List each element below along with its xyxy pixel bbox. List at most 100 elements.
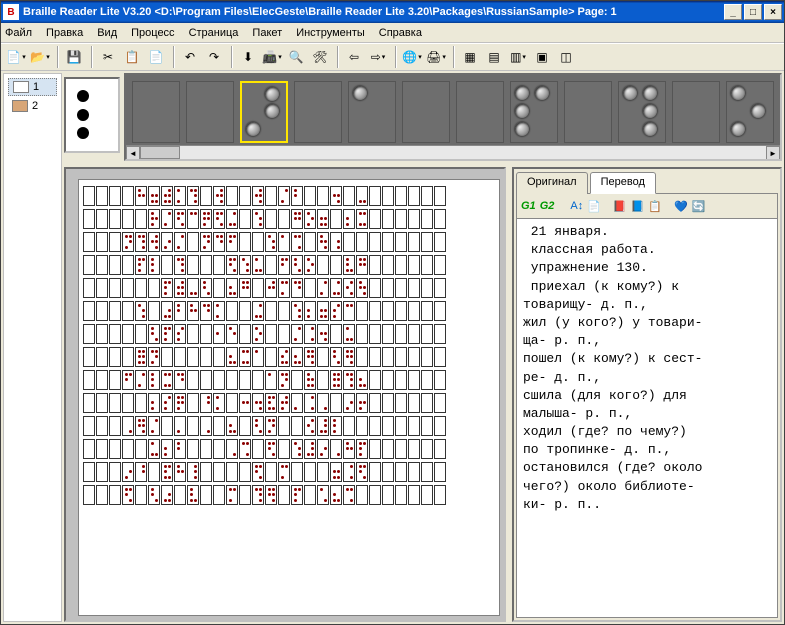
braille-cell[interactable] bbox=[252, 485, 264, 505]
braille-cell[interactable] bbox=[187, 347, 199, 367]
braille-cell[interactable] bbox=[382, 416, 394, 436]
braille-cell[interactable] bbox=[226, 255, 238, 275]
braille-cell[interactable] bbox=[187, 278, 199, 298]
menu-страница[interactable]: Страница bbox=[189, 27, 239, 39]
braille-cell[interactable] bbox=[148, 347, 160, 367]
braille-cell[interactable] bbox=[343, 439, 355, 459]
braille-cell[interactable] bbox=[382, 278, 394, 298]
braille-cell[interactable] bbox=[148, 416, 160, 436]
braille-cell[interactable] bbox=[109, 485, 121, 505]
strip-cell[interactable] bbox=[186, 81, 234, 143]
braille-cell[interactable] bbox=[356, 255, 368, 275]
braille-cell[interactable] bbox=[226, 324, 238, 344]
braille-cell[interactable] bbox=[317, 370, 329, 390]
braille-cell[interactable] bbox=[265, 324, 277, 344]
braille-cell[interactable] bbox=[148, 301, 160, 321]
braille-cell[interactable] bbox=[187, 416, 199, 436]
braille-cell[interactable] bbox=[278, 439, 290, 459]
braille-cell[interactable] bbox=[408, 255, 420, 275]
braille-cell[interactable] bbox=[122, 370, 134, 390]
braille-cell[interactable] bbox=[200, 232, 212, 252]
braille-cell[interactable] bbox=[135, 278, 147, 298]
braille-cell[interactable] bbox=[122, 278, 134, 298]
braille-cell[interactable] bbox=[122, 439, 134, 459]
braille-cell[interactable] bbox=[291, 278, 303, 298]
braille-cell[interactable] bbox=[330, 324, 342, 344]
braille-cell[interactable] bbox=[278, 255, 290, 275]
scan-button[interactable]: 📠▾ bbox=[261, 46, 283, 68]
braille-cell[interactable] bbox=[200, 347, 212, 367]
braille-cell[interactable] bbox=[265, 209, 277, 229]
braille-cell[interactable] bbox=[213, 232, 225, 252]
braille-cell[interactable] bbox=[213, 462, 225, 482]
braille-cell[interactable] bbox=[96, 301, 108, 321]
braille-cell[interactable] bbox=[96, 416, 108, 436]
braille-cell[interactable] bbox=[83, 439, 95, 459]
braille-cell[interactable] bbox=[174, 255, 186, 275]
strip-cell[interactable] bbox=[726, 81, 774, 143]
document-pane[interactable] bbox=[64, 167, 506, 622]
braille-cell[interactable] bbox=[356, 370, 368, 390]
braille-cell[interactable] bbox=[317, 347, 329, 367]
braille-cell[interactable] bbox=[278, 301, 290, 321]
braille-cell[interactable] bbox=[83, 324, 95, 344]
braille-cell[interactable] bbox=[304, 209, 316, 229]
braille-cell[interactable] bbox=[304, 347, 316, 367]
braille-cell[interactable] bbox=[317, 278, 329, 298]
braille-cell[interactable] bbox=[382, 186, 394, 206]
braille-cell[interactable] bbox=[330, 255, 342, 275]
braille-cell[interactable] bbox=[239, 416, 251, 436]
braille-cell[interactable] bbox=[356, 278, 368, 298]
braille-cell[interactable] bbox=[239, 347, 251, 367]
braille-cell[interactable] bbox=[213, 186, 225, 206]
braille-cell[interactable] bbox=[252, 232, 264, 252]
braille-cell[interactable] bbox=[213, 416, 225, 436]
braille-cell[interactable] bbox=[200, 462, 212, 482]
braille-cell[interactable] bbox=[304, 301, 316, 321]
braille-cell[interactable] bbox=[291, 347, 303, 367]
strip-cell[interactable] bbox=[402, 81, 450, 143]
braille-cell[interactable] bbox=[395, 393, 407, 413]
braille-cell[interactable] bbox=[369, 347, 381, 367]
braille-cell[interactable] bbox=[434, 232, 446, 252]
braille-cell[interactable] bbox=[239, 278, 251, 298]
braille-cell[interactable] bbox=[83, 301, 95, 321]
braille-cell[interactable] bbox=[213, 324, 225, 344]
braille-strip[interactable]: ◄ ► bbox=[124, 73, 782, 161]
braille-cell[interactable] bbox=[200, 439, 212, 459]
braille-cell[interactable] bbox=[226, 209, 238, 229]
braille-cell[interactable] bbox=[421, 186, 433, 206]
braille-cell[interactable] bbox=[421, 370, 433, 390]
braille-cell[interactable] bbox=[109, 462, 121, 482]
braille-cell[interactable] bbox=[369, 278, 381, 298]
braille-cell[interactable] bbox=[109, 255, 121, 275]
braille-cell[interactable] bbox=[83, 347, 95, 367]
braille-cell[interactable] bbox=[278, 393, 290, 413]
braille-cell[interactable] bbox=[252, 370, 264, 390]
braille-cell[interactable] bbox=[83, 462, 95, 482]
braille-cell[interactable] bbox=[122, 393, 134, 413]
braille-cell[interactable] bbox=[135, 439, 147, 459]
braille-cell[interactable] bbox=[265, 347, 277, 367]
braille-cell[interactable] bbox=[408, 347, 420, 367]
menu-пакет[interactable]: Пакет bbox=[252, 27, 282, 39]
braille-cell[interactable] bbox=[109, 393, 121, 413]
braille-cell[interactable] bbox=[343, 347, 355, 367]
braille-cell[interactable] bbox=[356, 186, 368, 206]
braille-cell[interactable] bbox=[252, 416, 264, 436]
braille-cell[interactable] bbox=[213, 209, 225, 229]
braille-cell[interactable] bbox=[161, 324, 173, 344]
braille-cell[interactable] bbox=[434, 255, 446, 275]
braille-cell[interactable] bbox=[122, 324, 134, 344]
braille-cell[interactable] bbox=[265, 186, 277, 206]
paste-button[interactable]: 📄 bbox=[145, 46, 167, 68]
braille-cell[interactable] bbox=[369, 393, 381, 413]
braille-cell[interactable] bbox=[408, 324, 420, 344]
braille-cell[interactable] bbox=[434, 278, 446, 298]
braille-cell[interactable] bbox=[382, 347, 394, 367]
save-button[interactable]: 💾 bbox=[63, 46, 85, 68]
braille-cell[interactable] bbox=[317, 393, 329, 413]
braille-cell[interactable] bbox=[135, 301, 147, 321]
export-red-button[interactable]: 📕 bbox=[613, 200, 627, 213]
strip-cell[interactable] bbox=[348, 81, 396, 143]
